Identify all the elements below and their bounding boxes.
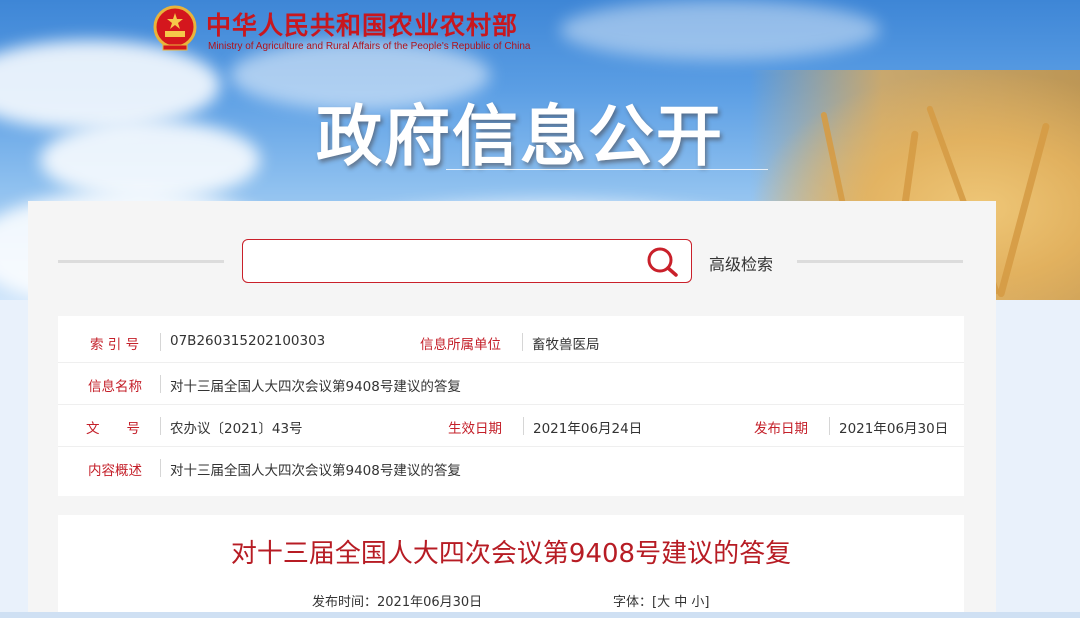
- unit-label: 信息所属单位: [420, 337, 501, 353]
- separator: [523, 417, 524, 435]
- effective-label: 生效日期: [448, 421, 502, 437]
- index-value: 07B260315202100303: [170, 333, 326, 349]
- national-emblem-icon: [153, 5, 197, 51]
- separator: [160, 417, 161, 435]
- meta-row: 内容概述 对十三届全国人大四次会议第9408号建议的答复: [58, 448, 964, 489]
- article-panel: 对十三届全国人大四次会议第9408号建议的答复 发布时间：2021年06月30日…: [58, 515, 964, 618]
- name-value: 对十三届全国人大四次会议第9408号建议的答复: [170, 379, 461, 395]
- publish-value: 2021年06月30日: [839, 421, 949, 437]
- content-card: 高级检索 索 引 号 07B260315202100303 信息所属单位 畜牧兽…: [28, 201, 996, 618]
- index-label: 索 引 号: [90, 337, 140, 353]
- search-icon[interactable]: [645, 246, 679, 278]
- separator: [829, 417, 830, 435]
- meta-row: 索 引 号 07B260315202100303 信息所属单位 畜牧兽医局: [58, 322, 964, 363]
- cloud-decoration: [40, 120, 260, 200]
- ministry-name-cn: 中华人民共和国农业农村部: [206, 11, 519, 40]
- search-box[interactable]: [242, 239, 692, 283]
- search-decor-line: [797, 260, 963, 263]
- meta-row: 文 号 农办议〔2021〕43号 生效日期 2021年06月24日 发布日期 2…: [58, 406, 964, 447]
- cloud-decoration: [560, 0, 880, 60]
- summary-label: 内容概述: [88, 463, 142, 479]
- publish-label: 发布日期: [754, 421, 808, 437]
- article-title: 对十三届全国人大四次会议第9408号建议的答复: [230, 539, 792, 569]
- font-size-switch[interactable]: 字体：[大 中 小]: [613, 591, 709, 610]
- ministry-name-en: Ministry of Agriculture and Rural Affair…: [208, 41, 531, 52]
- separator: [522, 333, 523, 351]
- banner-divider: [446, 169, 768, 170]
- search-input[interactable]: [253, 246, 637, 278]
- page-bottom-strip: [0, 612, 1080, 618]
- effective-value: 2021年06月24日: [533, 421, 643, 437]
- advanced-search-link[interactable]: 高级检索: [709, 251, 773, 275]
- cloud-decoration: [0, 40, 220, 130]
- docno-label: 文 号: [86, 421, 140, 437]
- metadata-table: 索 引 号 07B260315202100303 信息所属单位 畜牧兽医局 信息…: [58, 316, 964, 496]
- summary-value: 对十三届全国人大四次会议第9408号建议的答复: [170, 463, 461, 479]
- unit-value: 畜牧兽医局: [532, 337, 600, 353]
- search-decor-line: [58, 260, 224, 263]
- publish-time: 发布时间：2021年06月30日: [312, 595, 483, 610]
- banner-title: 政府信息公开: [316, 98, 724, 175]
- name-label: 信息名称: [88, 379, 142, 395]
- meta-row: 信息名称 对十三届全国人大四次会议第9408号建议的答复: [58, 364, 964, 405]
- docno-value: 农办议〔2021〕43号: [170, 421, 303, 437]
- separator: [160, 333, 161, 351]
- separator: [160, 459, 161, 477]
- separator: [160, 375, 161, 393]
